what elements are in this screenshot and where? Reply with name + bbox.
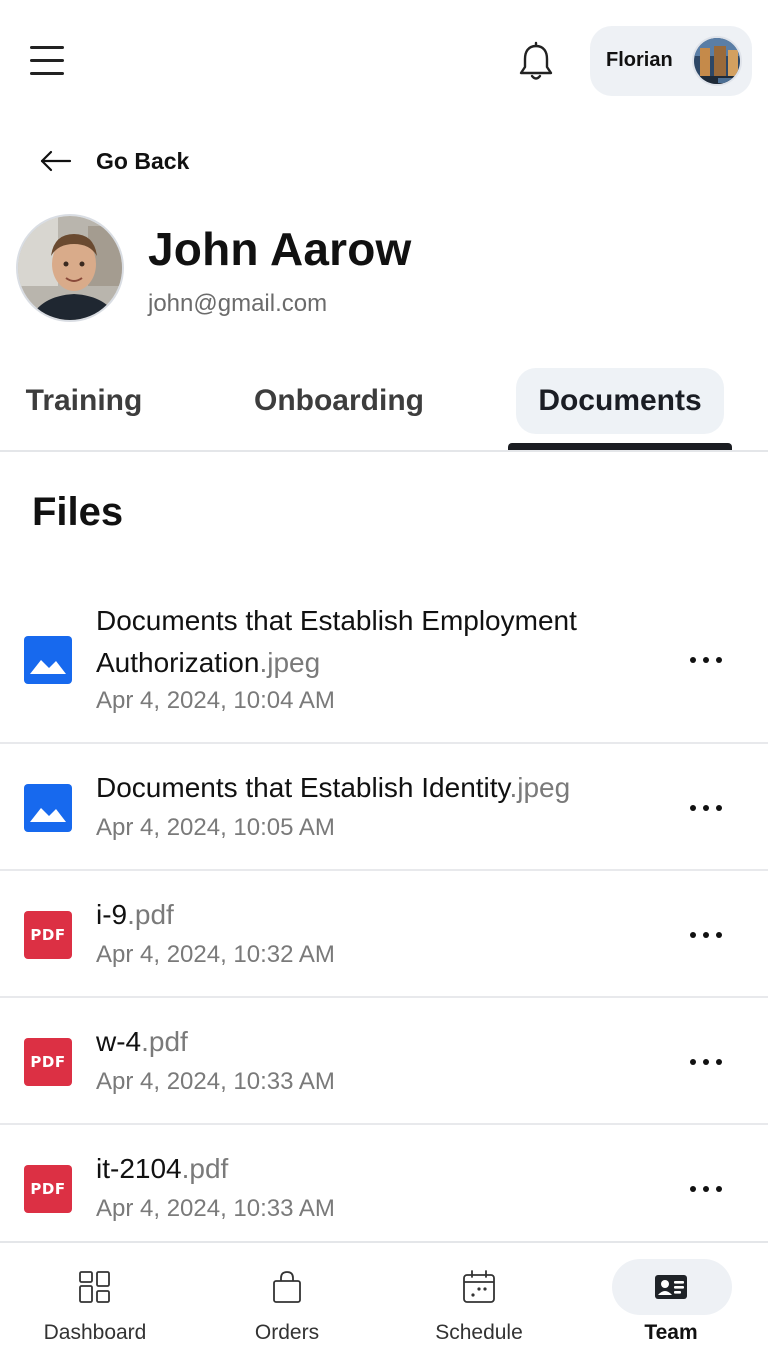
pdf-icon: PDF — [24, 1038, 72, 1086]
nav-dashboard[interactable]: Dashboard — [0, 1259, 190, 1359]
calendar-icon — [463, 1270, 495, 1303]
nav-orders[interactable]: Orders — [192, 1259, 382, 1359]
image-icon — [24, 784, 72, 832]
user-menu-button[interactable]: Florian — [590, 26, 752, 96]
file-date: Apr 4, 2024, 10:32 AM — [96, 941, 335, 968]
files-section-title: Files — [32, 490, 124, 534]
nav-label: Team — [644, 1321, 698, 1344]
more-options-icon[interactable] — [684, 645, 728, 675]
nav-label: Schedule — [435, 1321, 523, 1344]
notification-bell-icon[interactable] — [514, 40, 558, 84]
profile-tabs: Training Onboarding Documents — [0, 368, 768, 452]
file-row[interactable]: PDF i-9.pdf Apr 4, 2024, 10:32 AM — [0, 871, 768, 998]
pdf-icon: PDF — [24, 1165, 72, 1213]
arrow-left-icon — [40, 150, 72, 172]
file-row[interactable]: PDF w-4.pdf Apr 4, 2024, 10:33 AM — [0, 998, 768, 1125]
file-name: it-2104.pdf — [96, 1148, 656, 1190]
bottom-navigation: Dashboard Orders Schedule Team — [0, 1241, 768, 1366]
file-base-name: it-2104 — [96, 1153, 182, 1184]
file-list: Documents that Establish Employment Auth… — [0, 580, 768, 1239]
image-icon — [24, 636, 72, 684]
file-extension: .pdf — [127, 899, 174, 930]
more-options-icon[interactable] — [684, 793, 728, 823]
file-base-name: Documents that Establish Employment Auth… — [96, 605, 577, 678]
file-date: Apr 4, 2024, 10:04 AM — [96, 687, 335, 714]
file-extension: .jpeg — [509, 772, 571, 803]
file-name: Documents that Establish Identity.jpeg — [96, 767, 656, 809]
profile-avatar — [16, 214, 124, 322]
tab-documents[interactable]: Documents — [516, 368, 724, 434]
file-extension: .pdf — [141, 1026, 188, 1057]
go-back-button[interactable]: Go Back — [36, 140, 189, 182]
file-name: Documents that Establish Employment Auth… — [96, 600, 656, 684]
top-bar: Florian — [0, 0, 768, 120]
more-options-icon[interactable] — [684, 1047, 728, 1077]
tab-training[interactable]: Training — [8, 368, 160, 434]
file-date: Apr 4, 2024, 10:33 AM — [96, 1068, 335, 1095]
tab-onboarding[interactable]: Onboarding — [236, 368, 442, 434]
file-base-name: Documents that Establish Identity — [96, 772, 510, 803]
go-back-label: Go Back — [96, 147, 190, 174]
file-extension: .jpeg — [259, 647, 321, 678]
file-base-name: i-9 — [96, 899, 128, 930]
file-row[interactable]: Documents that Establish Identity.jpeg A… — [0, 744, 768, 871]
shopping-bag-icon — [273, 1271, 301, 1303]
pdf-icon: PDF — [24, 911, 72, 959]
file-row[interactable]: PDF it-2104.pdf Apr 4, 2024, 10:33 AM — [0, 1125, 768, 1239]
profile-email: john@gmail.com — [148, 290, 328, 317]
file-row[interactable]: Documents that Establish Employment Auth… — [0, 580, 768, 744]
user-name: Florian — [606, 49, 673, 71]
hamburger-menu-icon[interactable] — [26, 40, 70, 82]
nav-schedule[interactable]: Schedule — [384, 1259, 574, 1359]
file-name: i-9.pdf — [96, 894, 656, 936]
id-card-icon — [655, 1275, 687, 1299]
active-tab-indicator — [508, 443, 732, 450]
file-base-name: w-4 — [96, 1026, 142, 1057]
nav-team[interactable]: Team — [576, 1259, 766, 1359]
more-options-icon[interactable] — [684, 920, 728, 950]
nav-label: Orders — [254, 1321, 320, 1344]
file-name: w-4.pdf — [96, 1021, 656, 1063]
file-extension: .pdf — [181, 1153, 229, 1184]
dashboard-icon — [79, 1271, 110, 1303]
more-options-icon[interactable] — [684, 1174, 728, 1204]
file-date: Apr 4, 2024, 10:33 AM — [96, 1195, 335, 1222]
nav-label: Dashboard — [43, 1321, 147, 1344]
file-date: Apr 4, 2024, 10:05 AM — [96, 814, 335, 841]
user-avatar — [692, 36, 742, 86]
profile-name: John Aarow — [148, 223, 412, 275]
